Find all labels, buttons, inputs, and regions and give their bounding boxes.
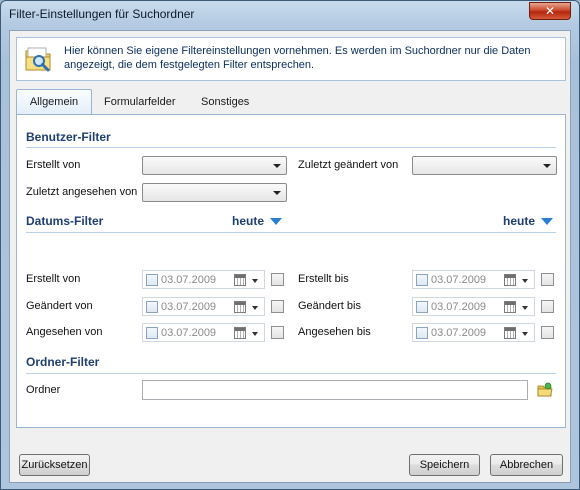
section-divider xyxy=(26,232,556,233)
calendar-icon[interactable] xyxy=(234,274,246,286)
calendar-icon[interactable] xyxy=(504,301,516,313)
triangle-down-icon xyxy=(541,217,554,225)
chevron-down-icon[interactable] xyxy=(522,332,528,336)
checkbox-angesehen-von[interactable] xyxy=(271,326,284,339)
chevron-down-icon xyxy=(543,164,551,168)
heute-dropdown-right[interactable]: heute xyxy=(503,214,554,228)
label-zuletzt-geaendert-von: Zuletzt geändert von xyxy=(298,159,399,171)
label-zuletzt-angesehen-von: Zuletzt angesehen von xyxy=(26,186,138,198)
section-title-benutzer-filter: Benutzer-Filter xyxy=(26,130,111,144)
close-icon: ✕ xyxy=(544,4,556,18)
checkbox-erstellt-bis[interactable] xyxy=(541,273,554,286)
info-box: Hier können Sie eigene Filtereinstellung… xyxy=(16,37,566,81)
section-title-datums-filter: Datums-Filter xyxy=(26,214,104,228)
checkbox-angesehen-bis[interactable] xyxy=(541,326,554,339)
reset-button[interactable]: Zurücksetzen xyxy=(19,454,90,476)
date-value: 03.07.2009 xyxy=(161,301,217,313)
calendar-icon[interactable] xyxy=(504,274,516,286)
date-value: 03.07.2009 xyxy=(161,327,217,339)
chevron-down-icon[interactable] xyxy=(252,279,258,283)
ordner-input[interactable] xyxy=(142,380,528,400)
label-geaendert-bis: Geändert bis xyxy=(298,300,361,312)
save-button[interactable]: Speichern xyxy=(409,454,480,476)
date-value: 03.07.2009 xyxy=(431,274,487,286)
date-picker-erstellt-bis[interactable]: 03.07.2009 xyxy=(412,270,535,289)
tab-allgemein[interactable]: Allgemein xyxy=(16,89,92,114)
combo-zuletzt-geaendert-von[interactable] xyxy=(412,156,557,175)
close-button[interactable]: ✕ xyxy=(529,2,571,20)
checkbox-geaendert-von[interactable] xyxy=(271,300,284,313)
chevron-down-icon xyxy=(273,164,281,168)
section-divider xyxy=(26,147,556,148)
combo-zuletzt-angesehen-von[interactable] xyxy=(142,183,287,202)
label-erstellt-von-date: Erstellt von xyxy=(26,273,81,285)
date-enable-checkbox[interactable] xyxy=(146,327,158,339)
tab-formularfelder[interactable]: Formularfelder xyxy=(96,90,184,113)
label-angesehen-von: Angesehen von xyxy=(26,326,103,338)
date-picker-erstellt-von[interactable]: 03.07.2009 xyxy=(142,270,265,289)
chevron-down-icon[interactable] xyxy=(252,306,258,310)
date-value: 03.07.2009 xyxy=(431,301,487,313)
label-erstellt-von-user: Erstellt von xyxy=(26,159,81,171)
cancel-button[interactable]: Abbrechen xyxy=(490,454,563,476)
chevron-down-icon[interactable] xyxy=(522,306,528,310)
triangle-down-icon xyxy=(270,217,283,225)
date-enable-checkbox[interactable] xyxy=(416,327,428,339)
date-enable-checkbox[interactable] xyxy=(146,301,158,313)
date-enable-checkbox[interactable] xyxy=(416,301,428,313)
heute-dropdown-left[interactable]: heute xyxy=(232,214,283,228)
checkbox-erstellt-von[interactable] xyxy=(271,273,284,286)
calendar-icon[interactable] xyxy=(234,327,246,339)
info-text: Hier können Sie eigene Filtereinstellung… xyxy=(64,44,559,72)
label-ordner: Ordner xyxy=(26,384,61,396)
date-enable-checkbox[interactable] xyxy=(146,274,158,286)
folder-browse-icon[interactable] xyxy=(537,382,553,398)
heute-label-left: heute xyxy=(232,214,265,228)
info-text-line-2: angezeigt, die dem festgelegten Filter e… xyxy=(64,59,315,71)
heute-label-right: heute xyxy=(503,214,536,228)
calendar-icon[interactable] xyxy=(504,327,516,339)
checkbox-geaendert-bis[interactable] xyxy=(541,300,554,313)
date-picker-angesehen-von[interactable]: 03.07.2009 xyxy=(142,323,265,342)
date-picker-geaendert-bis[interactable]: 03.07.2009 xyxy=(412,297,535,316)
combo-erstellt-von-user[interactable] xyxy=(142,156,287,175)
chevron-down-icon[interactable] xyxy=(252,332,258,336)
label-angesehen-bis: Angesehen bis xyxy=(298,326,371,338)
dialog-window: Filter-Einstellungen für Suchordner ✕ Hi… xyxy=(0,0,580,490)
section-title-ordner-filter: Ordner-Filter xyxy=(26,355,100,369)
date-picker-geaendert-von[interactable]: 03.07.2009 xyxy=(142,297,265,316)
info-text-line-1: Hier können Sie eigene Filtereinstellung… xyxy=(64,45,531,57)
search-folder-icon xyxy=(25,47,51,72)
calendar-icon[interactable] xyxy=(234,301,246,313)
date-value: 03.07.2009 xyxy=(161,274,217,286)
tab-panel-allgemein: Benutzer-Filter Erstellt von Zuletzt geä… xyxy=(16,114,566,428)
date-enable-checkbox[interactable] xyxy=(416,274,428,286)
date-value: 03.07.2009 xyxy=(431,327,487,339)
dialog-client-area: Hier können Sie eigene Filtereinstellung… xyxy=(9,30,571,483)
chevron-down-icon xyxy=(273,191,281,195)
date-picker-angesehen-bis[interactable]: 03.07.2009 xyxy=(412,323,535,342)
title-bar[interactable]: Filter-Einstellungen für Suchordner ✕ xyxy=(1,1,579,27)
label-geaendert-von: Geändert von xyxy=(26,300,93,312)
window-title: Filter-Einstellungen für Suchordner xyxy=(9,7,195,21)
label-erstellt-bis: Erstellt bis xyxy=(298,273,349,285)
section-divider xyxy=(26,373,556,374)
tab-sonstiges[interactable]: Sonstiges xyxy=(193,90,257,113)
chevron-down-icon[interactable] xyxy=(522,279,528,283)
